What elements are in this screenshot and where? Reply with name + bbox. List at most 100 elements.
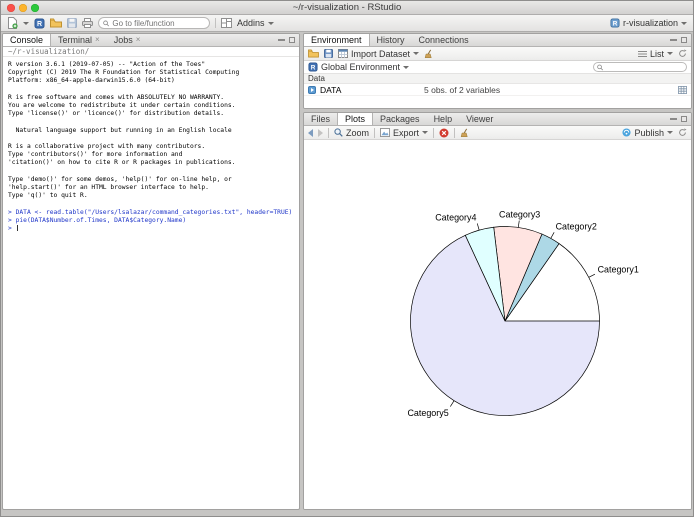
view-data-icon[interactable]	[678, 85, 687, 94]
zoom-window-button[interactable]	[31, 4, 39, 12]
object-summary: 5 obs. of 2 variables	[424, 84, 501, 95]
table-icon	[338, 49, 348, 58]
maximize-pane-icon[interactable]	[289, 37, 295, 43]
export-plot-menu[interactable]: Export	[380, 127, 429, 138]
console-line: >	[8, 224, 18, 232]
console-output[interactable]: R version 3.6.1 (2019-07-05) -- "Action …	[3, 57, 299, 509]
project-menu[interactable]: R r-visualization	[610, 18, 687, 28]
publish-label: Publish	[634, 127, 664, 138]
tab-files[interactable]: Files	[304, 113, 337, 125]
plots-tabbar: Files Plots Packages Help Viewer	[304, 113, 691, 126]
new-project-button[interactable]: R	[34, 18, 45, 29]
tab-viewer[interactable]: Viewer	[459, 113, 500, 125]
svg-text:R: R	[311, 64, 316, 71]
plots-pane: Files Plots Packages Help Viewer Zoom Ex…	[303, 112, 692, 510]
new-file-button[interactable]	[7, 17, 18, 29]
minimize-pane-icon[interactable]	[278, 39, 285, 41]
svg-text:R: R	[37, 21, 42, 28]
publish-caret-icon	[667, 131, 673, 134]
maximize-pane-icon[interactable]	[681, 37, 687, 43]
environment-search[interactable]	[593, 62, 687, 72]
environment-scope-menu[interactable]: Global Environment	[321, 62, 410, 72]
close-icon[interactable]: ×	[95, 36, 100, 44]
refresh-environment-button[interactable]	[678, 49, 687, 58]
minimize-pane-icon[interactable]	[670, 39, 677, 41]
open-file-button[interactable]	[50, 18, 62, 28]
save-button[interactable]	[67, 18, 77, 28]
console-line: R version 3.6.1 (2019-07-05) -- "Action …	[8, 61, 206, 68]
zoom-plot-button[interactable]: Zoom	[334, 128, 369, 138]
expand-object-icon[interactable]	[308, 85, 316, 94]
plot-area: Category1 Category2 Category3 Category4 Cate…	[304, 140, 691, 509]
refresh-plot-button[interactable]	[678, 128, 687, 137]
environment-pane: Environment History Connections Import D…	[303, 33, 692, 109]
maximize-pane-icon[interactable]	[681, 116, 687, 122]
addins-menu[interactable]: Addins	[237, 18, 274, 28]
minimize-window-button[interactable]	[19, 4, 27, 12]
workspace-panes-button[interactable]	[221, 18, 232, 28]
remove-plot-button[interactable]	[439, 128, 449, 138]
environment-search-input[interactable]	[605, 62, 683, 72]
project-label: r-visualization	[622, 18, 678, 28]
tab-history[interactable]: History	[370, 34, 412, 46]
tab-packages[interactable]: Packages	[373, 113, 427, 125]
workspace: Console Terminal × Jobs × ~/r-visualizatio…	[1, 32, 693, 511]
tab-plots[interactable]: Plots	[337, 113, 374, 125]
tab-connections[interactable]: Connections	[412, 34, 476, 46]
console-line: Type 'q()' to quit R.	[8, 192, 88, 200]
text-cursor	[16, 224, 18, 231]
export-icon	[380, 128, 390, 137]
console-line: 'citation()' on how to cite R or R packa…	[8, 159, 236, 167]
traffic-lights	[7, 4, 39, 12]
pie-label-tick	[588, 273, 596, 278]
tab-label: Console	[10, 35, 44, 45]
console-line: Type 'contributors()' for more informati…	[8, 151, 183, 159]
close-icon[interactable]: ×	[136, 36, 141, 44]
environment-scope-row: R Global Environment	[304, 61, 691, 74]
previous-plot-button[interactable]	[308, 128, 313, 137]
print-button[interactable]	[82, 18, 93, 28]
import-dataset-menu[interactable]: Import Dataset	[338, 49, 420, 59]
goto-file-search[interactable]	[98, 17, 210, 29]
tab-jobs[interactable]: Jobs ×	[107, 34, 148, 46]
console-tabbar: Console Terminal × Jobs ×	[3, 34, 299, 47]
plots-toolbar: Zoom Export Publish	[304, 126, 691, 140]
pie-label-category3: Category3	[499, 210, 540, 220]
next-plot-button[interactable]	[318, 128, 323, 137]
scope-label: Global Environment	[321, 62, 401, 72]
tab-console[interactable]: Console	[3, 34, 52, 46]
environment-view-menu[interactable]: List	[637, 48, 673, 59]
tab-label: Connections	[418, 35, 469, 45]
rstudio-window: ~/r-visualization - RStudio R Addins	[0, 0, 694, 517]
toolbar-separator	[433, 127, 435, 138]
close-window-button[interactable]	[7, 4, 15, 12]
minimize-pane-icon[interactable]	[670, 118, 677, 120]
clear-workspace-button[interactable]	[424, 49, 434, 59]
load-workspace-button[interactable]	[308, 49, 319, 58]
search-icon	[597, 64, 604, 70]
scope-caret-icon	[403, 65, 410, 69]
addins-label: Addins	[237, 18, 265, 28]
project-caret-icon	[681, 21, 687, 25]
console-line: Copyright (C) 2019 The R Foundation for …	[8, 69, 240, 77]
pie-chart: Category1 Category2 Category3 Category4 Cate…	[407, 210, 638, 418]
goto-file-input[interactable]	[112, 18, 205, 28]
new-file-caret-icon[interactable]	[23, 21, 29, 25]
pie-label-tick	[450, 400, 455, 407]
list-view-label: List	[649, 48, 664, 59]
environment-object-row[interactable]: DATA 5 obs. of 2 variables	[304, 84, 691, 96]
addins-caret-icon	[267, 21, 274, 25]
tab-label: Viewer	[466, 114, 494, 124]
tab-terminal[interactable]: Terminal ×	[51, 34, 107, 46]
clear-all-plots-button[interactable]	[460, 128, 470, 138]
publish-plot-menu[interactable]: Publish	[622, 128, 673, 138]
tab-environment[interactable]: Environment	[304, 34, 370, 46]
export-label: Export	[393, 127, 420, 138]
pie-label-tick	[476, 223, 480, 231]
save-workspace-button[interactable]	[324, 49, 333, 58]
tab-help[interactable]: Help	[427, 113, 460, 125]
tab-label: Help	[433, 114, 453, 124]
